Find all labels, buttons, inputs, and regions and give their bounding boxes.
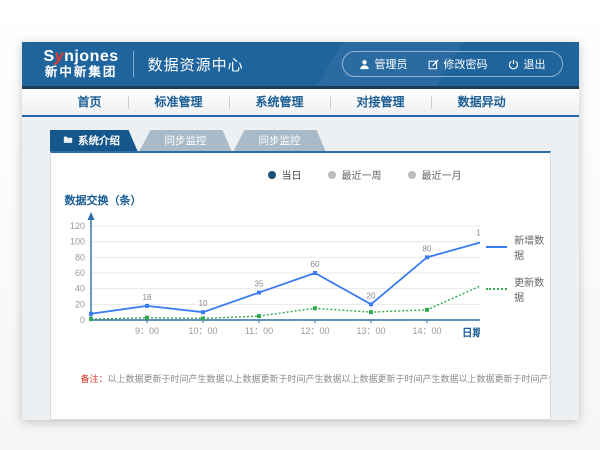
user-toolbar: 管理员 修改密码 退出	[342, 51, 563, 77]
filter-label: 最近一周	[342, 167, 382, 182]
brand-logo-en: Synjones	[44, 49, 119, 66]
tab-label: 同步监控	[259, 133, 301, 148]
svg-text:13：00: 13：00	[356, 326, 385, 336]
svg-text:20: 20	[366, 291, 375, 300]
tab-sync-monitor-2[interactable]: 同步监控	[234, 130, 326, 151]
svg-text:100: 100	[69, 237, 84, 247]
nav-item-standard-mgmt[interactable]: 标准管理	[129, 95, 229, 109]
legend-item[interactable]: 新增数据	[486, 232, 550, 262]
nav-item-system-mgmt[interactable]: 系统管理	[230, 95, 330, 109]
footnote-prefix: 备注：	[81, 374, 108, 384]
svg-text:14：00: 14：00	[412, 326, 441, 336]
logout-label: 退出	[524, 56, 546, 72]
folder-icon	[63, 135, 73, 147]
filter-today[interactable]: 当日	[268, 167, 302, 182]
footnote-text: 以上数据更新于时间产生数据以上数据更新于时间产生数据以上数据更新于时间产生数据以…	[108, 374, 550, 384]
radio-icon	[268, 171, 276, 179]
svg-text:60: 60	[310, 260, 319, 269]
brand-logo-cn: 新中新集团	[44, 66, 119, 79]
filter-last-month[interactable]: 最近一月	[408, 167, 462, 182]
svg-text:20: 20	[74, 299, 84, 309]
svg-text:10：00: 10：00	[188, 326, 217, 336]
app-window: Synjones 新中新集团 数据资源中心 管理员 修改密码	[22, 42, 579, 420]
filter-last-week[interactable]: 最近一周	[328, 167, 382, 182]
svg-text:10: 10	[198, 299, 207, 308]
app-header: Synjones 新中新集团 数据资源中心 管理员 修改密码	[22, 42, 579, 86]
edit-icon	[428, 59, 439, 70]
legend-line-swatch	[486, 288, 507, 290]
radio-icon	[408, 171, 416, 179]
nav-item-interface-mgmt[interactable]: 对接管理	[331, 95, 431, 109]
change-password-label: 修改密码	[444, 56, 488, 72]
content-panel: 当日 最近一周 最近一月 数据交换（条） 0 20 40 60 80 100 120 9：00…	[50, 151, 551, 420]
chart-area: 0 20 40 60 80 100 120 9：00 10：00 11：00 12：00 13：00 1…	[51, 210, 550, 346]
tab-label: 同步监控	[165, 133, 207, 148]
app-title: 数据资源中心	[148, 54, 244, 75]
svg-text:12：00: 12：00	[300, 326, 329, 336]
svg-text:18: 18	[142, 293, 151, 302]
line-chart: 0 20 40 60 80 100 120 9：00 10：00 11：00 12：00 13：00 1…	[59, 210, 480, 346]
svg-text:100: 100	[476, 229, 480, 238]
logo-accent: y	[55, 48, 64, 65]
legend-item[interactable]: 更新数据	[486, 274, 550, 304]
legend-line-swatch	[486, 246, 507, 248]
svg-text:120: 120	[69, 221, 84, 231]
svg-text:60: 60	[74, 268, 84, 278]
user-icon	[359, 59, 370, 70]
svg-text:9：00: 9：00	[134, 326, 158, 336]
logout-button[interactable]: 退出	[508, 56, 546, 72]
chart-legend: 新增数据更新数据	[486, 232, 550, 304]
tab-system-intro[interactable]: 系统介绍	[50, 130, 138, 151]
footnote: 备注：以上数据更新于时间产生数据以上数据更新于时间产生数据以上数据更新于时间产生…	[51, 372, 550, 385]
range-filter-group: 当日 最近一周 最近一月	[51, 167, 550, 182]
svg-text:35: 35	[254, 280, 263, 289]
svg-text:0: 0	[79, 315, 84, 325]
tab-sync-monitor-1[interactable]: 同步监控	[140, 130, 232, 151]
nav-item-home[interactable]: 首页	[52, 95, 128, 109]
main-nav: 首页 标准管理 系统管理 对接管理 数据异动	[22, 89, 579, 115]
radio-icon	[328, 171, 336, 179]
tab-bar: 系统介绍 同步监控 同步监控	[50, 130, 579, 151]
nav-underline	[22, 115, 579, 117]
nav-item-data-change[interactable]: 数据异动	[432, 95, 532, 109]
legend-label: 新增数据	[514, 232, 549, 262]
chart-y-axis-title: 数据交换（条）	[65, 192, 550, 208]
page-background: Synjones 新中新集团 数据资源中心 管理员 修改密码	[0, 0, 600, 450]
svg-text:80: 80	[74, 252, 84, 262]
change-password-button[interactable]: 修改密码	[428, 56, 488, 72]
legend-label: 更新数据	[514, 274, 549, 304]
svg-text:40: 40	[74, 284, 84, 294]
filter-label: 当日	[282, 167, 302, 182]
header-divider	[133, 51, 134, 77]
svg-text:80: 80	[422, 244, 431, 253]
filter-label: 最近一月	[422, 167, 462, 182]
svg-text:11：00: 11：00	[244, 326, 272, 336]
svg-text:日期（小时）: 日期（小时）	[462, 326, 480, 339]
tab-label: 系统介绍	[78, 133, 120, 148]
logout-icon	[508, 59, 519, 70]
current-user-button[interactable]: 管理员	[359, 56, 408, 72]
brand-logo: Synjones 新中新集团	[44, 49, 119, 79]
current-user-label: 管理员	[375, 56, 408, 72]
